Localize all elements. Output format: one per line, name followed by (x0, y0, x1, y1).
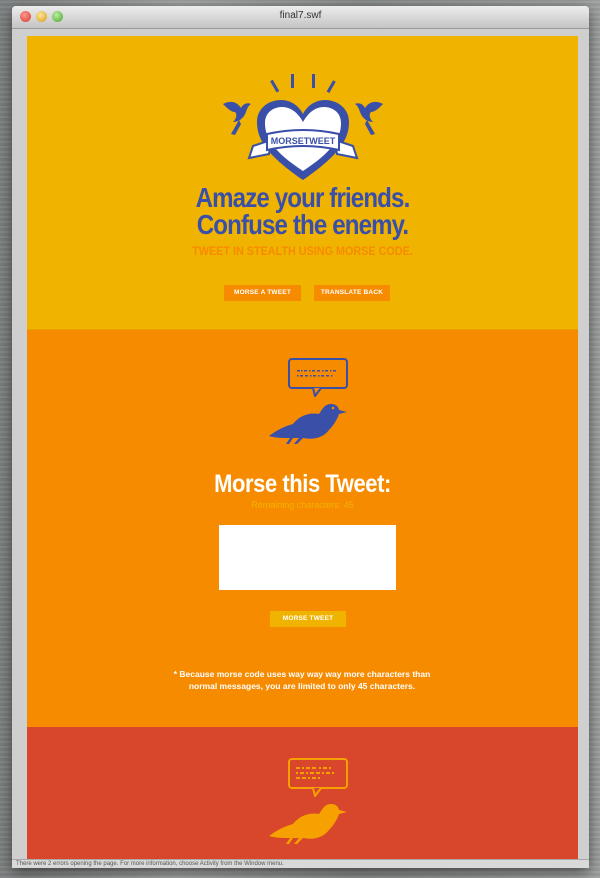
headline-line-2: Confuse the enemy. (196, 209, 409, 240)
title-bar: final7.swf (12, 6, 589, 29)
hero-section: MORSETWEET Amaze your friends. Confuse t… (27, 36, 578, 329)
morse-section-title: Morse this Tweet: (214, 470, 391, 498)
speech-bubble-icon (288, 358, 348, 397)
character-limit-note: * Because morse code uses way way way mo… (167, 668, 437, 692)
speech-bubble-icon-secondary (288, 758, 348, 797)
morse-tweet-button[interactable]: MORSE TWEET (270, 611, 346, 627)
tweet-input[interactable] (219, 525, 396, 590)
note-line-2: normal messages, you are limited to only… (188, 681, 416, 691)
subheadline: TWEET IN STEALTH USING MORSE CODE. (192, 244, 413, 258)
pigeon-icon-secondary (269, 758, 348, 844)
translate-back-button[interactable]: TRANSLATE BACK (314, 285, 390, 301)
window-title: final7.swf (279, 10, 322, 21)
morse-a-tweet-button[interactable]: MORSE A TWEET (224, 285, 301, 301)
heart-banner-icon: MORSETWEET (223, 74, 383, 180)
page-content: MORSETWEET Amaze your friends. Confuse t… (27, 36, 578, 859)
status-bar: There were 2 errors opening the page. Fo… (12, 859, 589, 868)
pigeon-icon (269, 358, 348, 444)
logo-text: MORSETWEET (271, 136, 336, 146)
browser-window: final7.swf MORSETWEET Amaze your friends… (12, 6, 589, 868)
remaining-characters: Remaining characters: 45 (251, 500, 354, 510)
note-line-1: * Because morse code uses way way way mo… (173, 669, 431, 679)
